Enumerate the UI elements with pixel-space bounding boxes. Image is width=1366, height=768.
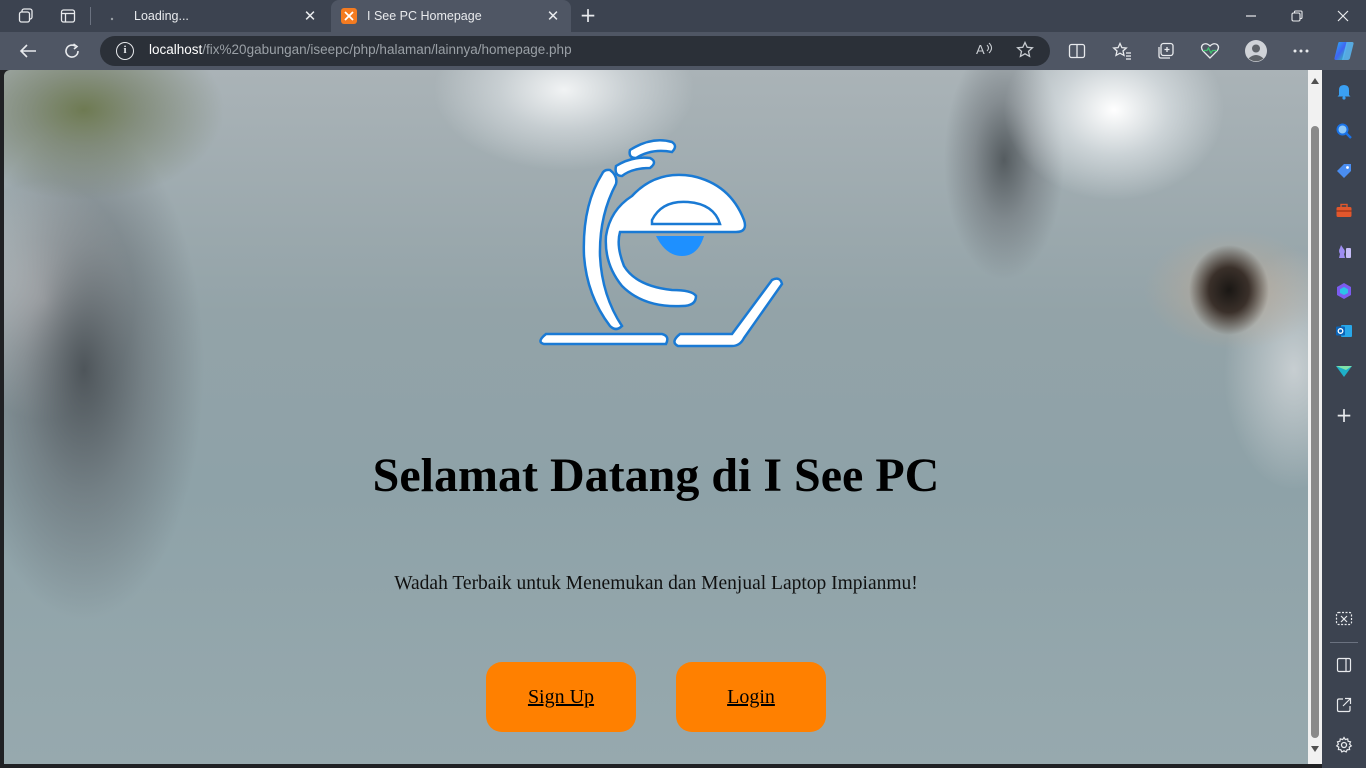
close-icon[interactable]: ✕ (541, 7, 565, 25)
minimize-icon[interactable] (1228, 0, 1274, 32)
search-icon[interactable] (1333, 120, 1355, 142)
page-tagline: Wadah Terbaik untuk Menemukan dan Menjua… (394, 573, 918, 594)
split-screen-icon[interactable] (1063, 38, 1091, 64)
tab-title: I See PC Homepage (367, 9, 482, 23)
page-scrollbar[interactable] (1308, 70, 1322, 764)
close-icon[interactable]: ✕ (298, 7, 322, 25)
more-icon[interactable] (1287, 38, 1315, 64)
refresh-icon[interactable] (58, 38, 86, 64)
scroll-down-icon[interactable] (1311, 746, 1319, 752)
back-arrow-icon[interactable] (14, 38, 42, 64)
loading-icon (104, 8, 120, 24)
settings-icon[interactable] (1333, 734, 1355, 756)
restore-icon[interactable] (1274, 0, 1320, 32)
workspaces-icon[interactable] (15, 5, 37, 27)
drop-icon[interactable] (1333, 360, 1355, 382)
toolbox-icon[interactable] (1333, 200, 1355, 222)
chess-icon[interactable] (1333, 240, 1355, 262)
copilot-icon[interactable] (1330, 38, 1358, 64)
scroll-up-icon[interactable] (1311, 78, 1319, 84)
login-button[interactable]: Login (676, 662, 826, 732)
title-bar: Loading... ✕ I See PC Homepage ✕ + (0, 0, 1366, 32)
sidebar-divider (1330, 642, 1358, 643)
outlook-icon[interactable] (1333, 320, 1355, 342)
sign-up-button[interactable]: Sign Up (486, 662, 636, 732)
tab-actions-icon[interactable] (57, 5, 79, 27)
address-bar[interactable]: i localhost/fix%20gabungan/iseepc/php/ha… (100, 36, 1050, 66)
scroll-thumb[interactable] (1311, 126, 1319, 738)
collections-icon[interactable] (1152, 38, 1180, 64)
browser-toolbar: i localhost/fix%20gabungan/iseepc/php/ha… (0, 32, 1366, 70)
read-aloud-icon[interactable]: A (974, 41, 996, 61)
tab-homepage[interactable]: I See PC Homepage ✕ (331, 0, 571, 32)
url-path: /fix%20gabungan/iseepc/php/halaman/lainn… (202, 42, 572, 57)
page-viewport: Selamat Datang di I See PC Wadah Terbaik… (4, 70, 1308, 764)
screenshot-icon[interactable] (1333, 608, 1355, 630)
bell-icon[interactable] (1333, 80, 1355, 102)
page-title: Selamat Datang di I See PC (372, 449, 940, 502)
url-text[interactable]: localhost/fix%20gabungan/iseepc/php/hala… (149, 42, 572, 57)
url-host: localhost (149, 42, 203, 57)
add-icon[interactable]: + (1333, 403, 1355, 427)
star-icon[interactable] (1014, 40, 1036, 61)
favorites-icon[interactable] (1108, 38, 1136, 64)
svg-text:A: A (976, 42, 985, 57)
sidebar-toggle-icon[interactable] (1333, 654, 1355, 676)
close-window-icon[interactable] (1320, 0, 1366, 32)
new-tab-icon[interactable]: + (577, 4, 599, 26)
external-link-icon[interactable] (1333, 694, 1355, 716)
tab-loading[interactable]: Loading... ✕ (94, 0, 328, 32)
info-icon[interactable]: i (116, 42, 134, 60)
xampp-favicon-icon (341, 8, 357, 24)
iseepc-logo (539, 139, 784, 348)
window-bottom-edge (0, 764, 1322, 768)
tab-title: Loading... (134, 9, 189, 23)
m365-icon[interactable] (1333, 280, 1355, 302)
tab-divider (90, 7, 91, 25)
heart-pulse-icon[interactable] (1196, 38, 1224, 64)
edge-sidebar: + (1322, 70, 1366, 768)
shopping-tag-icon[interactable] (1333, 160, 1355, 182)
profile-icon[interactable] (1242, 38, 1270, 64)
